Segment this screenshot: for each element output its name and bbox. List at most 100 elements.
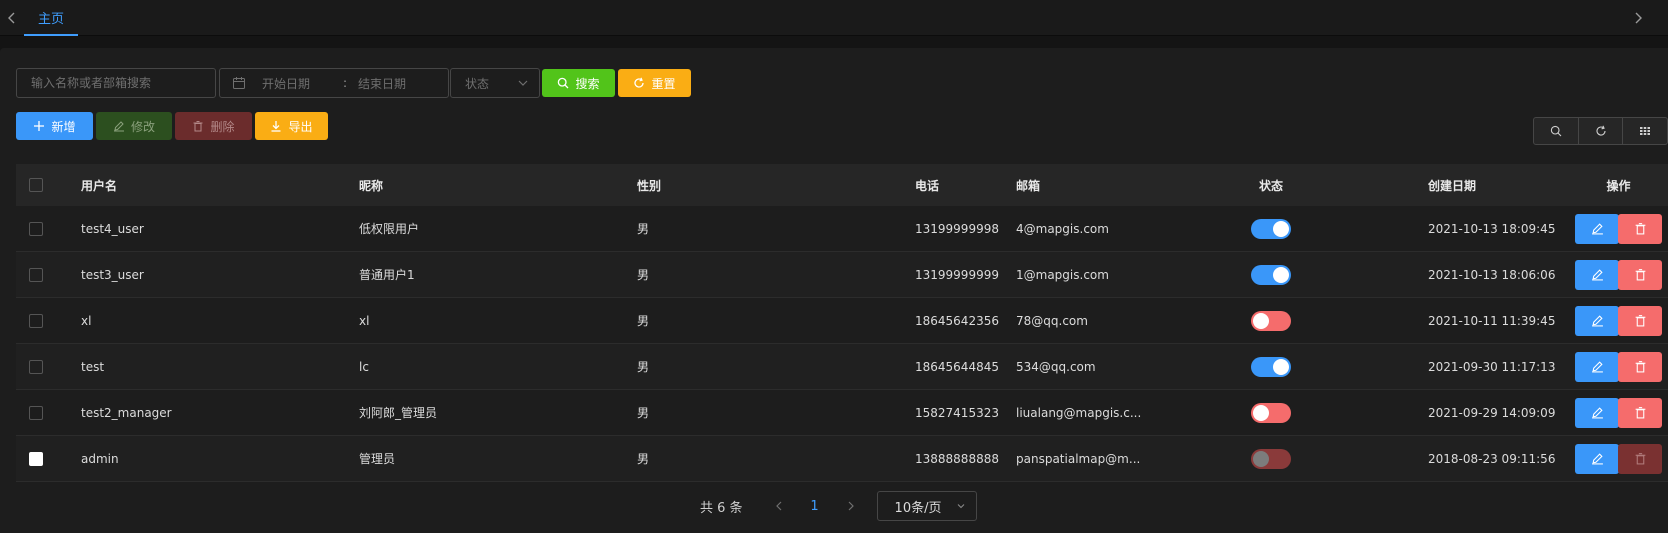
cell-gender: 男: [637, 360, 650, 374]
row-edit-button[interactable]: [1575, 443, 1619, 474]
status-toggle[interactable]: [1251, 356, 1291, 377]
table-row[interactable]: test3_user 普通用户1 男 13199999999 1@mapgis.com 2…: [16, 252, 1668, 298]
cell-username: test4_user: [81, 221, 144, 236]
header-email[interactable]: 邮箱: [1016, 164, 1141, 206]
row-checkbox[interactable]: [29, 405, 43, 420]
cell-actions: [1569, 436, 1668, 481]
end-date-placeholder[interactable]: 结束日期: [358, 75, 428, 92]
toggle-knob: [1253, 450, 1269, 467]
reset-button[interactable]: 重置: [618, 69, 691, 97]
cell-created: 2021-10-13 18:09:45: [1428, 221, 1556, 236]
cell-created: 2018-08-23 09:11:56: [1428, 451, 1556, 466]
grid-icon: [1640, 127, 1651, 135]
cell-email: 4@mapgis.com: [1016, 221, 1109, 236]
status-toggle[interactable]: [1251, 310, 1291, 331]
row-check-cell: [29, 390, 45, 435]
row-checkbox[interactable]: [29, 267, 43, 282]
status-select-placeholder: 状态: [465, 76, 490, 91]
header-gender[interactable]: 性别: [637, 164, 897, 206]
search-button[interactable]: 搜索: [542, 69, 615, 97]
cell-created: 2021-09-29 14:09:09: [1428, 405, 1556, 420]
select-all-checkbox[interactable]: [29, 178, 43, 192]
start-date-placeholder[interactable]: 开始日期: [262, 75, 332, 92]
tabs-scroll-right-icon[interactable]: [1626, 0, 1650, 35]
toggle-search-button[interactable]: [1534, 118, 1579, 144]
select-all-cell: [29, 164, 45, 206]
next-page-icon[interactable]: [843, 501, 859, 511]
refresh-table-button[interactable]: [1579, 118, 1624, 144]
table-row[interactable]: test4_user 低权限用户 男 13199999998 4@mapgis.com 2…: [16, 206, 1668, 252]
add-button[interactable]: 新增: [16, 112, 93, 140]
cell-phone: 18645642356: [915, 313, 999, 328]
header-phone[interactable]: 电话: [915, 164, 1010, 206]
row-delete-button[interactable]: [1618, 351, 1662, 382]
cell-actions: [1569, 390, 1668, 435]
row-delete-button: [1618, 443, 1662, 474]
status-toggle[interactable]: [1251, 264, 1291, 285]
delete-button[interactable]: 删除: [175, 112, 252, 140]
row-check-cell: [29, 344, 45, 389]
cell-username: admin: [81, 451, 119, 466]
plus-icon: [34, 121, 45, 131]
cell-phone: 13199999999: [915, 267, 999, 282]
prev-page-icon[interactable]: [771, 501, 787, 511]
search-input[interactable]: [16, 68, 216, 98]
row-edit-button[interactable]: [1575, 351, 1619, 382]
row-checkbox[interactable]: [29, 359, 43, 374]
status-select[interactable]: 状态: [450, 68, 540, 98]
row-checkbox[interactable]: [29, 313, 43, 328]
export-button-label: 导出: [288, 119, 313, 134]
cell-status: [1246, 206, 1296, 251]
cell-actions: [1569, 298, 1668, 343]
delete-button-label: 删除: [210, 119, 235, 134]
cell-nickname: xl: [359, 313, 370, 328]
pagination-total: 共 6 条: [700, 500, 743, 516]
toggle-knob: [1273, 358, 1289, 375]
row-edit-button[interactable]: [1575, 397, 1619, 428]
date-range-picker[interactable]: 开始日期 : 结束日期: [219, 68, 449, 98]
refresh-icon: [634, 77, 645, 88]
cell-created: 2021-09-30 11:17:13: [1428, 359, 1556, 374]
edit-icon: [1591, 361, 1603, 373]
row-edit-button[interactable]: [1575, 213, 1619, 244]
table-row[interactable]: test lc 男 18645644845 534@qq.com 2021-09-30 1…: [16, 344, 1668, 390]
tabs-scroll-left-icon[interactable]: [0, 0, 24, 35]
search-icon: [558, 77, 569, 89]
header-status[interactable]: 状态: [1246, 164, 1296, 206]
row-delete-button[interactable]: [1618, 259, 1662, 290]
table-row[interactable]: test2_manager 刘阿郎_管理员 男 15827415323 liualang…: [16, 390, 1668, 436]
page-number-current[interactable]: 1: [787, 499, 843, 514]
row-checkbox[interactable]: [29, 451, 43, 466]
tab-bar: 主页: [0, 0, 1668, 36]
cell-nickname: lc: [359, 359, 369, 374]
cell-created: 2021-10-13 18:06:06: [1428, 267, 1556, 282]
page-size-select[interactable]: 10条/页: [876, 491, 977, 521]
tab-home[interactable]: 主页: [24, 0, 79, 36]
status-toggle[interactable]: [1251, 402, 1291, 423]
table-row[interactable]: xl xl 男 18645642356 78@qq.com 2021-10-11 11:3…: [16, 298, 1668, 344]
delete-icon: [193, 121, 203, 132]
column-settings-button[interactable]: [1623, 118, 1667, 144]
row-check-cell: [29, 298, 45, 343]
row-edit-button[interactable]: [1575, 305, 1619, 336]
row-delete-button[interactable]: [1618, 213, 1662, 244]
edit-icon: [1591, 269, 1603, 281]
row-edit-button[interactable]: [1575, 259, 1619, 290]
edit-button-label: 修改: [130, 119, 155, 134]
row-delete-button[interactable]: [1618, 305, 1662, 336]
chevron-down-icon: [957, 504, 964, 509]
header-nickname[interactable]: 昵称: [359, 164, 619, 206]
table-header: 用户名 昵称 性别 电话 邮箱 状态 创建日期 操作: [16, 164, 1668, 206]
header-created[interactable]: 创建日期: [1428, 164, 1578, 206]
row-delete-button[interactable]: [1618, 397, 1662, 428]
header-username[interactable]: 用户名: [81, 164, 341, 206]
row-checkbox[interactable]: [29, 221, 43, 236]
status-toggle[interactable]: [1251, 218, 1291, 239]
export-button[interactable]: 导出: [255, 112, 328, 140]
edit-button[interactable]: 修改: [96, 112, 172, 140]
cell-username: xl: [81, 313, 92, 328]
edit-icon: [1591, 453, 1603, 465]
cell-phone: 15827415323: [915, 405, 999, 420]
cell-created: 2021-10-11 11:39:45: [1428, 313, 1556, 328]
table-row[interactable]: admin 管理员 男 13888888888 panspatialmap@m... 20…: [16, 436, 1668, 482]
